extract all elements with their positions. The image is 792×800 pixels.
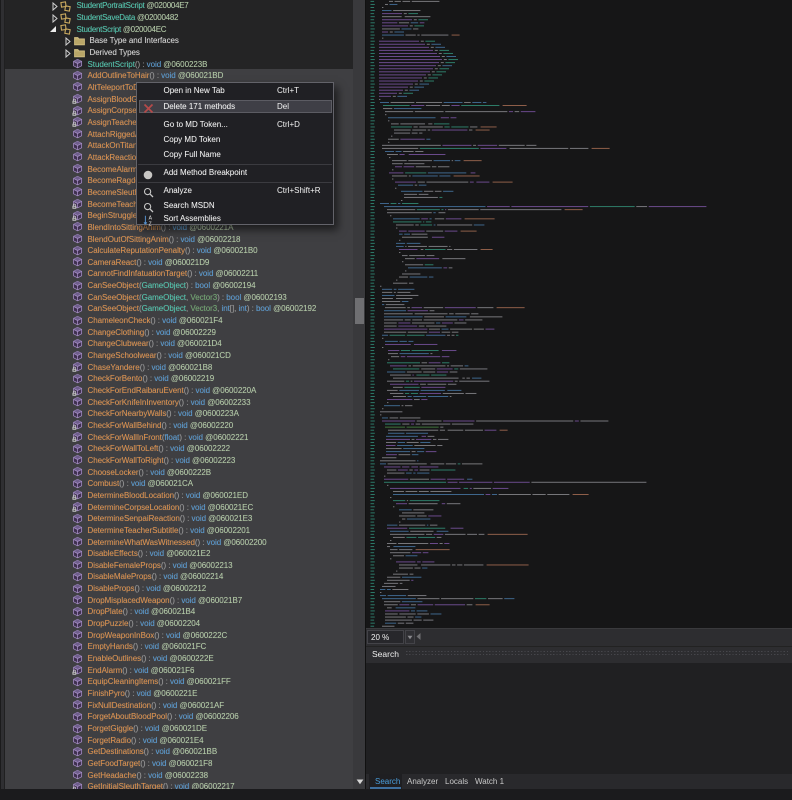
svg-text:Z: Z — [148, 221, 151, 226]
